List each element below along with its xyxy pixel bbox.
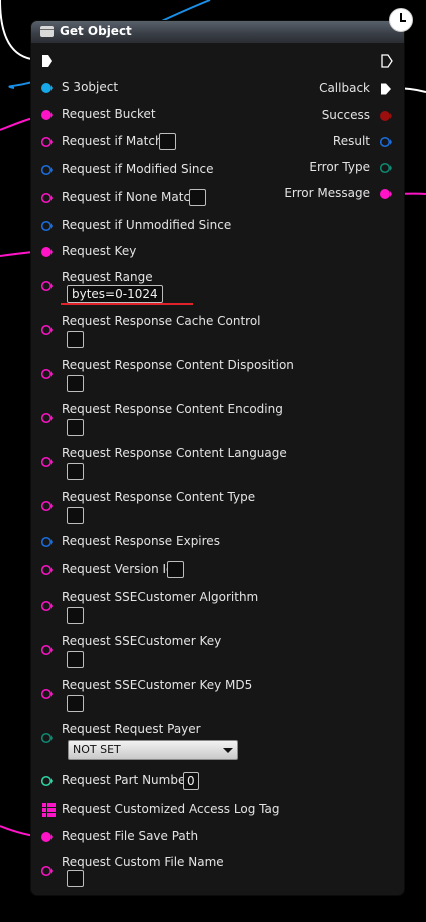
request-version-id-label: Request Version Id bbox=[62, 562, 174, 576]
input-request-part-number[interactable]: Request Part Number 0 bbox=[41, 772, 401, 792]
chevron-down-icon bbox=[223, 748, 233, 753]
request-ssecustomer-key-md5-label: Request SSECustomer Key MD5 bbox=[62, 678, 253, 692]
request-ssecustomer-algorithm-label: Request SSECustomer Algorithm bbox=[62, 590, 259, 604]
struct-icon bbox=[40, 26, 54, 37]
request-custom-file-name-checkbox[interactable] bbox=[67, 870, 84, 887]
input-request-request-payer[interactable]: Request Request Payer NOT SET bbox=[41, 721, 401, 761]
request-ssecustomer-key-label: Request SSECustomer Key bbox=[62, 634, 222, 648]
input-s3object[interactable]: S 3object bbox=[41, 79, 401, 99]
map-pin-icon[interactable] bbox=[42, 803, 56, 817]
request-response-content-language-checkbox[interactable] bbox=[67, 463, 84, 480]
input-request-custom-file-name[interactable]: Request Custom File Name bbox=[41, 854, 401, 894]
highlight-underline bbox=[61, 303, 193, 305]
request-response-content-language-label: Request Response Content Language bbox=[62, 446, 287, 460]
request-response-expires-pin[interactable] bbox=[41, 536, 53, 548]
request-response-expires-label: Request Response Expires bbox=[62, 534, 220, 548]
exec-in-pin[interactable] bbox=[41, 54, 53, 68]
input-request-if-unmodified-since[interactable]: Request if Unmodified Since bbox=[41, 217, 401, 237]
request-version-id-checkbox[interactable] bbox=[167, 561, 184, 578]
request-ssecustomer-key-pin[interactable] bbox=[41, 644, 53, 656]
input-request-range[interactable]: Request Range bytes=0-1024 bbox=[41, 269, 401, 305]
request-if-none-match-checkbox[interactable] bbox=[189, 189, 206, 206]
request-response-content-encoding-pin[interactable] bbox=[41, 412, 53, 424]
request-ssecustomer-key-checkbox[interactable] bbox=[67, 651, 84, 668]
exec-out-pin[interactable] bbox=[381, 54, 393, 68]
input-request-if-none-match[interactable]: Request if None Match bbox=[41, 189, 401, 209]
request-ssecustomer-key-md5-checkbox[interactable] bbox=[67, 695, 84, 712]
request-response-cache-control-checkbox[interactable] bbox=[67, 331, 84, 348]
request-response-content-encoding-checkbox[interactable] bbox=[67, 419, 84, 436]
request-if-match-label: Request if Match bbox=[62, 134, 163, 148]
request-if-modified-since-label: Request if Modified Since bbox=[62, 162, 214, 176]
request-ssecustomer-algorithm-checkbox[interactable] bbox=[67, 607, 84, 624]
request-if-none-match-pin[interactable] bbox=[41, 192, 53, 204]
input-request-bucket[interactable]: Request Bucket bbox=[41, 106, 401, 126]
request-response-cache-control-label: Request Response Cache Control bbox=[62, 314, 261, 328]
input-request-ssecustomer-key-md5[interactable]: Request SSECustomer Key MD5 bbox=[41, 677, 401, 717]
node-header[interactable]: Get Object bbox=[31, 21, 404, 43]
request-key-label: Request Key bbox=[62, 244, 137, 258]
request-request-payer-pin[interactable] bbox=[41, 732, 53, 744]
input-request-response-content-disposition[interactable]: Request Response Content Disposition bbox=[41, 357, 401, 397]
request-range-pin[interactable] bbox=[41, 280, 53, 292]
request-if-unmodified-since-label: Request if Unmodified Since bbox=[62, 218, 232, 232]
request-response-content-disposition-label: Request Response Content Disposition bbox=[62, 358, 294, 372]
input-request-file-save-path[interactable]: Request File Save Path bbox=[41, 828, 401, 848]
request-if-unmodified-since-pin[interactable] bbox=[41, 220, 53, 232]
input-request-response-content-encoding[interactable]: Request Response Content Encoding bbox=[41, 401, 401, 441]
input-request-response-content-type[interactable]: Request Response Content Type bbox=[41, 489, 401, 529]
request-customized-access-log-tag-label: Request Customized Access Log Tag bbox=[62, 802, 280, 816]
request-if-match-pin[interactable] bbox=[41, 136, 53, 148]
request-part-number-field[interactable]: 0 bbox=[183, 772, 199, 790]
request-version-id-pin[interactable] bbox=[41, 564, 53, 576]
input-request-response-expires[interactable]: Request Response Expires bbox=[41, 533, 401, 553]
request-range-label: Request Range bbox=[62, 270, 153, 284]
input-request-key[interactable]: Request Key bbox=[41, 243, 401, 263]
input-request-ssecustomer-key[interactable]: Request SSECustomer Key bbox=[41, 633, 401, 673]
request-response-content-type-label: Request Response Content Type bbox=[62, 490, 256, 504]
request-request-payer-label: Request Request Payer bbox=[62, 722, 201, 736]
request-if-modified-since-pin[interactable] bbox=[41, 164, 53, 176]
request-ssecustomer-key-md5-pin[interactable] bbox=[41, 688, 53, 700]
request-response-content-disposition-pin[interactable] bbox=[41, 368, 53, 380]
request-bucket-pin[interactable] bbox=[41, 109, 53, 121]
request-range-field[interactable]: bytes=0-1024 bbox=[67, 285, 163, 303]
request-ssecustomer-algorithm-pin[interactable] bbox=[41, 600, 53, 612]
input-request-customized-access-log-tag[interactable]: Request Customized Access Log Tag bbox=[41, 801, 401, 821]
request-response-content-disposition-checkbox[interactable] bbox=[67, 375, 84, 392]
input-request-version-id[interactable]: Request Version Id bbox=[41, 561, 401, 581]
request-response-content-encoding-label: Request Response Content Encoding bbox=[62, 402, 283, 416]
request-response-cache-control-pin[interactable] bbox=[41, 324, 53, 336]
request-file-save-path-label: Request File Save Path bbox=[62, 829, 199, 843]
s3object-pin[interactable] bbox=[41, 82, 53, 94]
request-part-number-pin[interactable] bbox=[41, 775, 53, 787]
request-response-content-type-pin[interactable] bbox=[41, 500, 53, 512]
request-if-match-checkbox[interactable] bbox=[159, 133, 176, 150]
request-payer-dropdown[interactable]: NOT SET bbox=[68, 740, 238, 760]
input-request-if-match[interactable]: Request if Match bbox=[41, 133, 401, 153]
request-custom-file-name-label: Request Custom File Name bbox=[62, 855, 224, 869]
request-response-content-type-checkbox[interactable] bbox=[67, 507, 84, 524]
request-payer-selected-value: NOT SET bbox=[73, 743, 121, 756]
clock-icon bbox=[389, 8, 413, 32]
request-part-number-label: Request Part Number bbox=[62, 773, 191, 787]
node-title: Get Object bbox=[60, 24, 132, 38]
request-bucket-label: Request Bucket bbox=[62, 107, 156, 121]
request-key-pin[interactable] bbox=[41, 246, 53, 258]
request-file-save-path-pin[interactable] bbox=[41, 831, 53, 843]
input-request-response-cache-control[interactable]: Request Response Cache Control bbox=[41, 313, 401, 353]
input-request-ssecustomer-algorithm[interactable]: Request SSECustomer Algorithm bbox=[41, 589, 401, 629]
request-if-none-match-label: Request if None Match bbox=[62, 190, 198, 204]
request-response-content-language-pin[interactable] bbox=[41, 456, 53, 468]
s3object-label: S 3object bbox=[62, 80, 119, 94]
input-request-response-content-language[interactable]: Request Response Content Language bbox=[41, 445, 401, 485]
input-request-if-modified-since[interactable]: Request if Modified Since bbox=[41, 161, 401, 181]
request-custom-file-name-pin[interactable] bbox=[41, 865, 53, 877]
